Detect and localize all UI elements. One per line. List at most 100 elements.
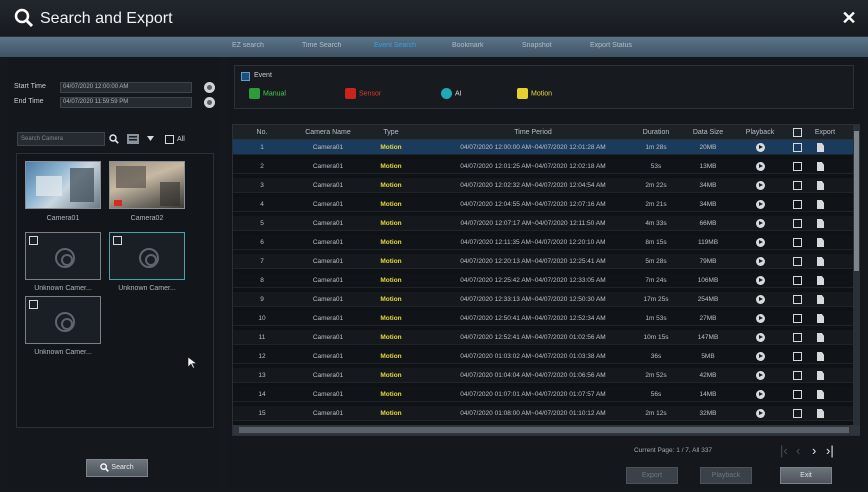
playback-icon[interactable] [756, 409, 765, 418]
export-file-icon[interactable] [817, 295, 824, 304]
export-file-icon[interactable] [817, 314, 824, 323]
export-file-icon[interactable] [817, 181, 824, 190]
playback-icon[interactable] [756, 352, 765, 361]
start-time-field[interactable]: 04/07/2020 12:00:00 AM [60, 82, 192, 93]
playback-icon[interactable] [756, 276, 765, 285]
row-checkbox[interactable] [793, 143, 802, 152]
row-checkbox[interactable] [793, 257, 802, 266]
end-time-picker-icon[interactable] [204, 97, 215, 108]
playback-icon[interactable] [756, 200, 765, 209]
export-file-icon[interactable] [817, 371, 824, 380]
vertical-scrollbar[interactable] [853, 125, 860, 425]
playback-icon[interactable] [756, 238, 765, 247]
table-row[interactable]: 9 Camera01 Motion 04/07/2020 12:33:13 AM~04… [233, 292, 853, 307]
playback-icon[interactable] [756, 162, 765, 171]
export-file-icon[interactable] [817, 276, 824, 285]
playback-icon[interactable] [756, 371, 765, 380]
col-camera-name[interactable]: Camera Name [293, 129, 363, 136]
playback-icon[interactable] [756, 295, 765, 304]
end-time-field[interactable]: 04/07/2020 11:59:59 PM [60, 97, 192, 108]
playback-icon[interactable] [756, 181, 765, 190]
magnifier-icon[interactable] [109, 134, 119, 144]
export-file-icon[interactable] [817, 238, 824, 247]
export-file-icon[interactable] [817, 352, 824, 361]
row-checkbox[interactable] [793, 295, 802, 304]
playback-icon[interactable] [756, 333, 765, 342]
search-camera-input[interactable]: Search Camera [17, 132, 105, 146]
row-checkbox[interactable] [793, 314, 802, 323]
row-checkbox[interactable] [793, 219, 802, 228]
select-all-checkbox[interactable] [793, 128, 802, 137]
list-view-icon[interactable] [127, 134, 139, 144]
export-file-icon[interactable] [817, 200, 824, 209]
table-row[interactable]: 5 Camera01 Motion 04/07/2020 12:07:17 AM~04… [233, 216, 853, 231]
row-checkbox[interactable] [793, 352, 802, 361]
tab-event-search[interactable]: Event Search [374, 42, 416, 49]
export-file-icon[interactable] [817, 390, 824, 399]
row-checkbox[interactable] [793, 276, 802, 285]
export-file-icon[interactable] [817, 143, 824, 152]
all-checkbox[interactable] [165, 135, 174, 144]
playback-icon[interactable] [756, 219, 765, 228]
table-row[interactable]: 3 Camera01 Motion 04/07/2020 12:02:32 AM~04… [233, 178, 853, 193]
col-export[interactable]: Export [807, 129, 843, 136]
table-row[interactable]: 6 Camera01 Motion 04/07/2020 12:11:35 AM~04… [233, 235, 853, 250]
row-checkbox[interactable] [793, 238, 802, 247]
row-checkbox[interactable] [793, 390, 802, 399]
row-checkbox[interactable] [793, 162, 802, 171]
playback-icon[interactable] [756, 143, 765, 152]
export-file-icon[interactable] [817, 333, 824, 342]
export-file-icon[interactable] [817, 162, 824, 171]
row-checkbox[interactable] [793, 181, 802, 190]
col-type[interactable]: Type [371, 129, 411, 136]
unknown-camera-thumbnail[interactable] [25, 296, 101, 344]
playback-icon[interactable] [756, 257, 765, 266]
tab-export-status[interactable]: Export Status [590, 42, 632, 49]
row-checkbox[interactable] [793, 333, 802, 342]
export-file-icon[interactable] [817, 409, 824, 418]
table-row[interactable]: 4 Camera01 Motion 04/07/2020 12:04:55 AM~04… [233, 197, 853, 212]
table-row[interactable]: 7 Camera01 Motion 04/07/2020 12:20:13 AM~04… [233, 254, 853, 269]
table-row[interactable]: 13 Camera01 Motion 04/07/2020 01:04:04 AM~0… [233, 368, 853, 383]
event-checkbox[interactable] [241, 72, 250, 81]
horizontal-scrollbar[interactable] [233, 425, 860, 435]
horizontal-scroll-thumb[interactable] [239, 427, 849, 433]
table-row[interactable]: 12 Camera01 Motion 04/07/2020 01:03:02 AM~0… [233, 349, 853, 364]
col-time-period[interactable]: Time Period [423, 129, 643, 136]
event-sensor[interactable]: Sensor [345, 88, 381, 100]
camera-checkbox[interactable] [29, 236, 38, 245]
playback-button[interactable]: Playback [700, 467, 752, 484]
table-row[interactable]: 1 Camera01 Motion 04/07/2020 12:00:00 AM~04… [233, 140, 853, 155]
vertical-scroll-thumb[interactable] [854, 131, 859, 271]
start-time-picker-icon[interactable] [204, 82, 215, 93]
tab-time-search[interactable]: Time Search [302, 42, 341, 49]
camera-checkbox[interactable] [113, 236, 122, 245]
table-row[interactable]: 11 Camera01 Motion 04/07/2020 12:52:41 AM~0… [233, 330, 853, 345]
export-button[interactable]: Export [626, 467, 678, 484]
col-no[interactable]: No. [247, 129, 277, 136]
col-playback[interactable]: Playback [735, 129, 785, 136]
export-file-icon[interactable] [817, 257, 824, 266]
last-page-icon[interactable]: ›| [826, 443, 834, 458]
export-file-icon[interactable] [817, 219, 824, 228]
table-row[interactable]: 15 Camera01 Motion 04/07/2020 01:08:00 AM~0… [233, 406, 853, 421]
tab-bookmark[interactable]: Bookmark [452, 42, 484, 49]
first-page-icon[interactable]: |‹ [780, 443, 788, 458]
tab-snapshot[interactable]: Snapshot [522, 42, 552, 49]
close-button[interactable]: ✕ [840, 9, 858, 27]
col-data-size[interactable]: Data Size [683, 129, 733, 136]
playback-icon[interactable] [756, 314, 765, 323]
event-manual[interactable]: Manual [249, 88, 286, 100]
row-checkbox[interactable] [793, 200, 802, 209]
col-duration[interactable]: Duration [633, 129, 679, 136]
row-checkbox[interactable] [793, 409, 802, 418]
event-ai[interactable]: AI [441, 88, 462, 100]
prev-page-icon[interactable]: ‹ [796, 443, 800, 458]
playback-icon[interactable] [756, 390, 765, 399]
unknown-camera-thumbnail[interactable] [109, 232, 185, 280]
row-checkbox[interactable] [793, 371, 802, 380]
table-row[interactable]: 14 Camera01 Motion 04/07/2020 01:07:01 AM~0… [233, 387, 853, 402]
chevron-down-icon[interactable] [147, 136, 154, 141]
camera01-thumbnail[interactable] [25, 161, 101, 209]
table-row[interactable]: 8 Camera01 Motion 04/07/2020 12:25:42 AM~04… [233, 273, 853, 288]
